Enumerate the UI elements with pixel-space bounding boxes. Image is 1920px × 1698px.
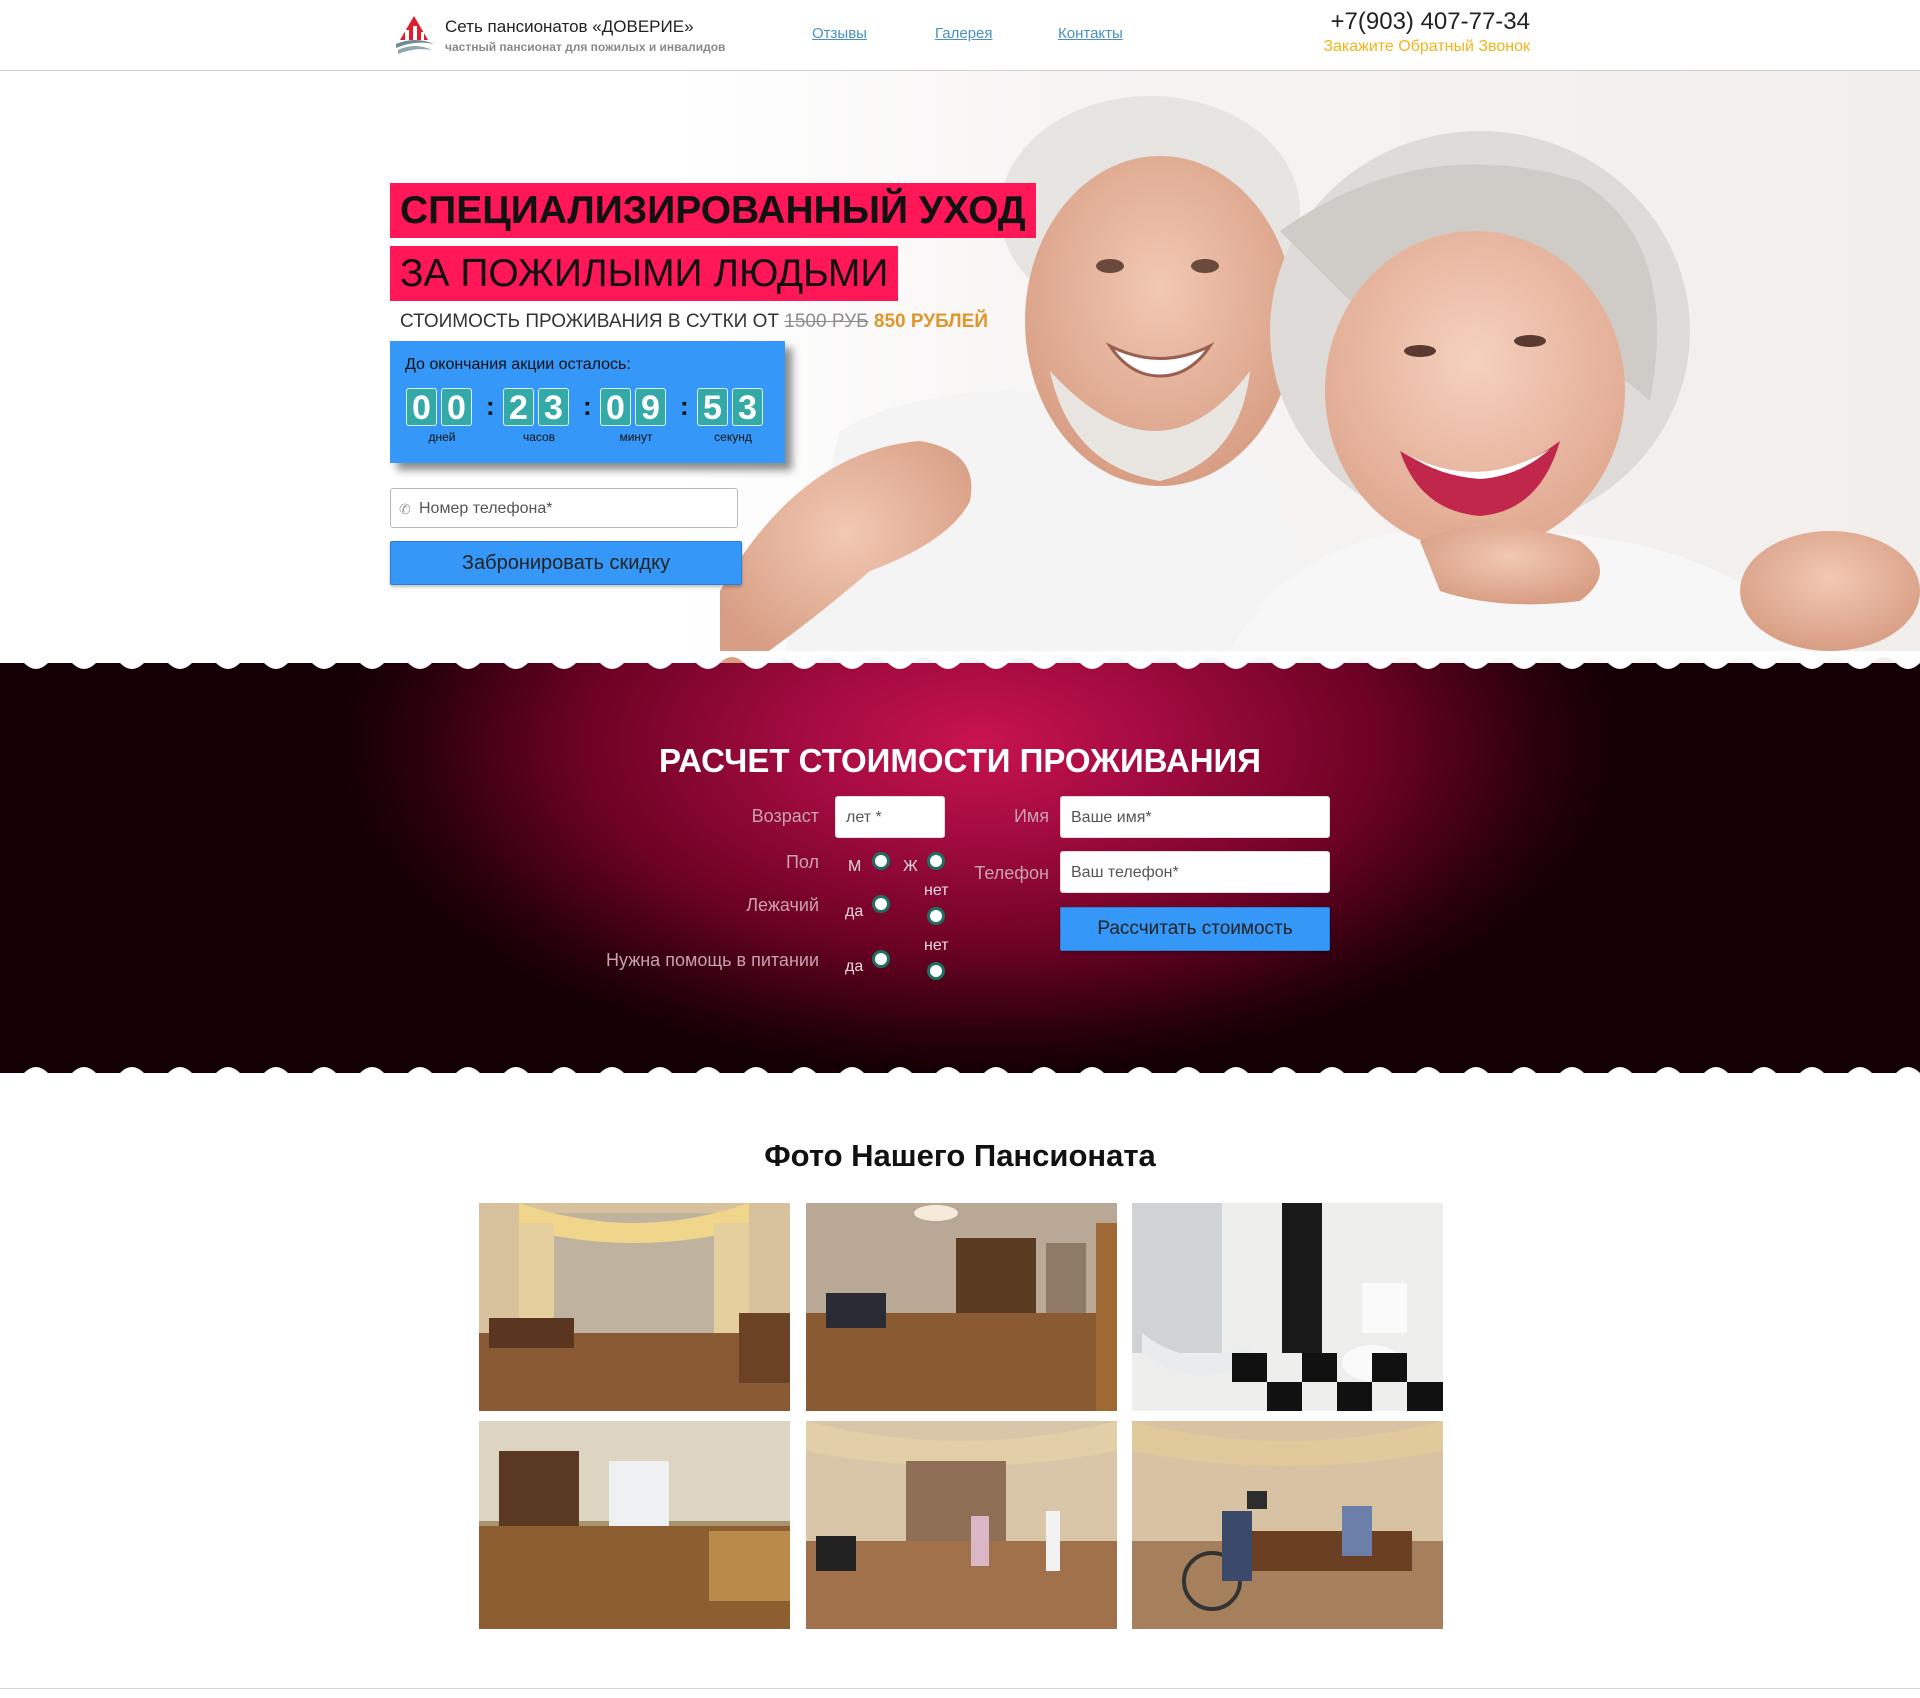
calc-phone-input[interactable]: Ваш телефон* — [1060, 851, 1330, 893]
phone-icon: ✆ — [399, 501, 411, 517]
site-header: Сеть пансионатов «ДОВЕРИЕ» частный панси… — [0, 0, 1920, 71]
name-input[interactable]: Ваше имя* — [1060, 796, 1330, 838]
wave-divider-top — [0, 651, 1920, 669]
timer-digit: 2 — [503, 388, 534, 427]
timer-minutes: 09 минут — [600, 388, 672, 444]
price-old: 1500 РУБ — [784, 311, 869, 332]
timer-title: До окончания акции осталось: — [405, 356, 631, 373]
calculate-button[interactable]: Рассчитать стоимость — [1060, 907, 1330, 951]
gallery-photo-hall[interactable] — [806, 1203, 1117, 1411]
calc-phone-label: Телефон — [974, 863, 1049, 883]
name-label: Имя — [1013, 806, 1049, 826]
gallery-photo-dining-room[interactable] — [1132, 1421, 1443, 1629]
timer-label-seconds: секунд — [714, 430, 752, 444]
hero-heading-line1: СПЕЦИАЛИЗИРОВАННЫЙ УХОД — [390, 183, 1036, 238]
elderly-couple-photo — [720, 96, 1920, 671]
house-logo-icon[interactable] — [394, 10, 436, 58]
hero-phone-input[interactable]: ✆ Номер телефона* — [390, 488, 738, 528]
feeding-yes-radio[interactable] — [872, 950, 890, 968]
timer-digit: 3 — [538, 388, 569, 427]
age-input[interactable]: лет * — [835, 796, 945, 838]
timer-seconds: 53 секунд — [697, 388, 769, 444]
name-placeholder: Ваше имя* — [1071, 809, 1152, 826]
price-prefix: СТОИМОСТЬ ПРОЖИВАНИЯ В СУТКИ ОТ — [400, 311, 779, 332]
brand-title: Сеть пансионатов «ДОВЕРИЕ» — [445, 17, 694, 36]
timer-days: 00 дней — [406, 388, 478, 444]
callback-link[interactable]: Закажите Обратный Звонок — [1323, 38, 1530, 56]
sex-label: Пол — [785, 852, 819, 872]
timer-digit: 0 — [600, 388, 631, 427]
nav-link-contacts[interactable]: Контакты — [1058, 25, 1123, 42]
calc-phone-placeholder: Ваш телефон* — [1071, 864, 1179, 881]
timer-label-hours: часов — [522, 430, 556, 444]
bedridden-yes-label: да — [845, 903, 864, 920]
feeding-help-label: Нужна помощь в питании — [606, 950, 819, 970]
hero-section: СПЕЦИАЛИЗИРОВАННЫЙ УХОД ЗА ПОЖИЛЫМИ ЛЮДЬ… — [0, 71, 1920, 671]
nav-link-reviews[interactable]: Отзывы — [812, 25, 867, 42]
sex-male-label: М — [848, 858, 862, 875]
brand-subtitle: частный пансионат для пожилых и инвалидо… — [445, 40, 726, 54]
timer-digit: 0 — [406, 388, 437, 427]
gallery-photo-room[interactable] — [479, 1421, 790, 1629]
timer-separator: : — [680, 391, 689, 421]
gallery-photo-bathroom[interactable] — [1132, 1203, 1443, 1411]
bedridden-no-label: нет — [924, 882, 949, 899]
price-line: СТОИМОСТЬ ПРОЖИВАНИЯ В СУТКИ ОТ 1500 РУБ… — [400, 311, 988, 333]
timer-digit: 9 — [635, 388, 666, 427]
gallery-photo-living-room[interactable] — [806, 1421, 1117, 1629]
bedridden-label: Лежачий — [746, 895, 819, 915]
feeding-yes-label: да — [845, 958, 864, 975]
gallery-title: Фото Нашего Пансионата — [764, 1138, 1156, 1173]
sex-female-radio[interactable] — [927, 852, 945, 870]
timer-separator: : — [486, 391, 495, 421]
nav-link-gallery[interactable]: Галерея — [935, 25, 993, 42]
bedridden-no-radio[interactable] — [927, 907, 945, 925]
sex-male-radio[interactable] — [872, 852, 890, 870]
bedridden-yes-radio[interactable] — [872, 895, 890, 913]
hero-heading-line2: ЗА ПОЖИЛЫМИ ЛЮДЬМИ — [390, 246, 899, 301]
age-label: Возраст — [751, 806, 819, 826]
gallery-photo-bedroom[interactable] — [479, 1203, 790, 1411]
hero-phone-placeholder: Номер телефона* — [419, 500, 553, 517]
book-discount-button[interactable]: Забронировать скидку — [390, 541, 742, 585]
wave-divider-bottom — [0, 1067, 1920, 1085]
feeding-no-label: нет — [924, 937, 949, 954]
calc-title: РАСЧЕТ СТОИМОСТИ ПРОЖИВАНИЯ — [659, 742, 1261, 779]
sex-female-label: Ж — [903, 858, 918, 875]
price-calculator-section: РАСЧЕТ СТОИМОСТИ ПРОЖИВАНИЯ Возраст лет … — [0, 651, 1920, 1085]
timer-digit: 3 — [732, 388, 763, 427]
timer-digit: 0 — [441, 388, 472, 427]
countdown-timer: До окончания акции осталось: 00 дней : 2… — [390, 341, 785, 463]
timer-separator: : — [583, 391, 592, 421]
feeding-no-radio[interactable] — [927, 962, 945, 980]
timer-label-minutes: минут — [619, 430, 653, 444]
timer-digit: 5 — [697, 388, 728, 427]
timer-hours: 23 часов — [503, 388, 575, 444]
age-placeholder: лет * — [846, 809, 882, 826]
footer-divider — [0, 1688, 1920, 1689]
header-phone[interactable]: +7(903) 407-77-34 — [1331, 8, 1530, 36]
price-new: 850 РУБЛЕЙ — [873, 311, 988, 332]
timer-label-days: дней — [428, 430, 456, 444]
